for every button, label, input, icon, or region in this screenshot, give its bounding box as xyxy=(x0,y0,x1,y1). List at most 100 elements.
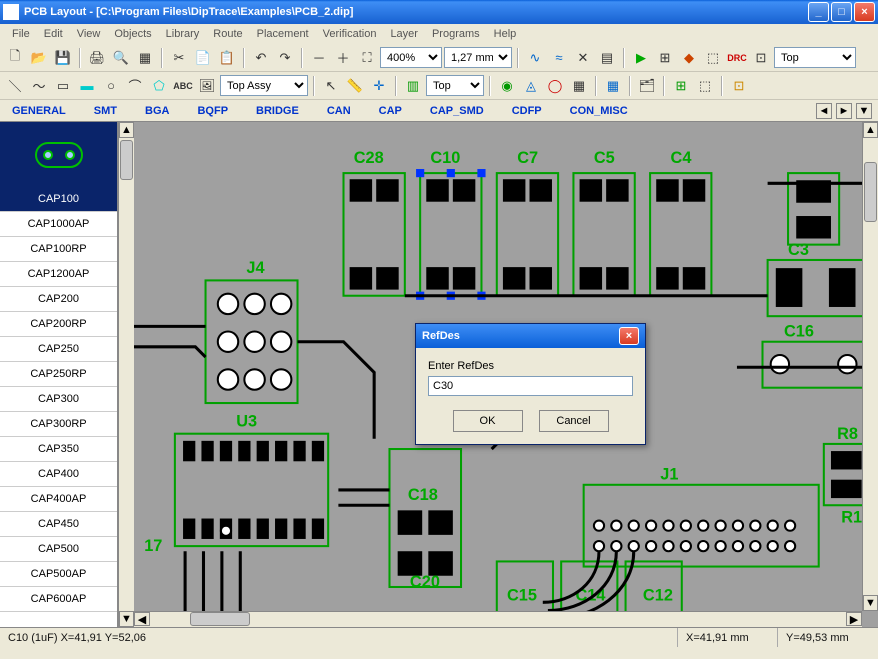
zoom-select[interactable]: 400% xyxy=(380,47,442,68)
list-item[interactable]: CAP1000AP xyxy=(0,212,117,237)
menu-edit[interactable]: Edit xyxy=(38,26,69,42)
layers-icon[interactable]: 🗂 xyxy=(636,75,658,97)
menu-file[interactable]: File xyxy=(6,26,36,42)
run-icon[interactable]: ▶ xyxy=(630,47,652,69)
list-item[interactable]: CAP1200AP xyxy=(0,262,117,287)
menu-verification[interactable]: Verification xyxy=(317,26,383,42)
tab-bqfp[interactable]: BQFP xyxy=(197,105,228,117)
layer2-select[interactable]: Top xyxy=(426,75,484,96)
backannotate-icon[interactable]: ⬚ xyxy=(702,47,724,69)
scroll-left-icon[interactable]: ◀ xyxy=(134,612,150,626)
list-item[interactable]: CAP200 xyxy=(0,287,117,312)
menu-view[interactable]: View xyxy=(71,26,107,42)
route-icon[interactable]: ∿ xyxy=(524,47,546,69)
line-icon[interactable]: ＼ xyxy=(4,75,26,97)
net-icon[interactable]: ▤ xyxy=(596,47,618,69)
tab-bga[interactable]: BGA xyxy=(145,105,169,117)
copy-icon[interactable]: 📄 xyxy=(192,47,214,69)
route2-icon[interactable]: ≈ xyxy=(548,47,570,69)
fillrect-icon[interactable]: ▬ xyxy=(76,75,98,97)
component-icon[interactable]: ▥ xyxy=(402,75,424,97)
via-icon[interactable]: ◬ xyxy=(520,75,542,97)
tab-cdfp[interactable]: CDFP xyxy=(512,105,542,117)
design-mgr-icon[interactable]: ⊞ xyxy=(670,75,692,97)
drc-icon[interactable]: DRC xyxy=(726,47,748,69)
scroll-down-icon[interactable]: ▼ xyxy=(863,595,878,611)
list-item[interactable]: CAP450 xyxy=(0,512,117,537)
origin-icon[interactable]: ✛ xyxy=(368,75,390,97)
menu-library[interactable]: Library xyxy=(160,26,206,42)
list-item[interactable]: CAP400AP xyxy=(0,487,117,512)
tab-cap-smd[interactable]: CAP_SMD xyxy=(430,105,484,117)
canvas-vscroll[interactable]: ▲ ▼ xyxy=(862,122,878,611)
list-item[interactable]: CAP300 xyxy=(0,387,117,412)
grid-select[interactable]: 1,27 mm xyxy=(444,47,512,68)
padhole-icon[interactable]: ◉ xyxy=(496,75,518,97)
tabs-scroll-left-icon[interactable]: ◄ xyxy=(816,103,832,119)
canvas-hscroll[interactable]: ◀▶ xyxy=(134,611,862,627)
open-icon[interactable]: 📂 xyxy=(28,47,50,69)
cut-icon[interactable]: ✂ xyxy=(168,47,190,69)
placement-icon[interactable]: ⊞ xyxy=(654,47,676,69)
menu-route[interactable]: Route xyxy=(207,26,248,42)
save-icon[interactable]: 💾 xyxy=(52,47,74,69)
cancel-button[interactable]: Cancel xyxy=(539,410,609,432)
dialog-titlebar[interactable]: RefDes × xyxy=(416,324,645,348)
list-item[interactable]: CAP100 xyxy=(0,187,117,212)
minimize-button[interactable]: _ xyxy=(808,2,829,22)
picture-icon[interactable]: 🖼 xyxy=(196,75,218,97)
pointer-icon[interactable]: ↖ xyxy=(320,75,342,97)
list-item[interactable]: CAP100RP xyxy=(0,237,117,262)
tab-con-misc[interactable]: CON_MISC xyxy=(570,105,628,117)
scroll-up-icon[interactable]: ▲ xyxy=(119,122,134,138)
rect-icon[interactable]: ▭ xyxy=(52,75,74,97)
titleblock-icon[interactable]: ▦ xyxy=(134,47,156,69)
list-item[interactable]: CAP500 xyxy=(0,537,117,562)
active-layer-select[interactable]: Top xyxy=(774,47,856,68)
netcheck-icon[interactable]: ⊡ xyxy=(750,47,772,69)
list-item[interactable]: CAP600AP xyxy=(0,587,117,612)
tabs-scroll-right-icon[interactable]: ► xyxy=(836,103,852,119)
print-icon[interactable]: 🖨 xyxy=(86,47,108,69)
tab-can[interactable]: CAN xyxy=(327,105,351,117)
unroute-icon[interactable]: ✕ xyxy=(572,47,594,69)
maximize-button[interactable]: □ xyxy=(831,2,852,22)
preview-icon[interactable]: 🔍 xyxy=(110,47,132,69)
list-item[interactable]: CAP400 xyxy=(0,462,117,487)
close-button[interactable]: × xyxy=(854,2,875,22)
dialog-close-icon[interactable]: × xyxy=(619,327,639,345)
3d-icon[interactable]: ⬚ xyxy=(694,75,716,97)
zoomwin-icon[interactable]: ⛶ xyxy=(356,47,378,69)
tab-cap[interactable]: CAP xyxy=(379,105,402,117)
assy-select[interactable]: Top Assy xyxy=(220,75,308,96)
tab-general[interactable]: GENERAL xyxy=(12,105,66,117)
scroll-right-icon[interactable]: ▶ xyxy=(846,612,862,626)
arc-icon[interactable]: ⌒ xyxy=(124,75,146,97)
text-icon[interactable]: ABC xyxy=(172,75,194,97)
menu-programs[interactable]: Programs xyxy=(426,26,486,42)
list-item[interactable]: CAP200RP xyxy=(0,312,117,337)
redo-icon[interactable]: ↷ xyxy=(274,47,296,69)
zoomin-icon[interactable]: ＋ xyxy=(332,47,354,69)
list-item[interactable]: CAP300RP xyxy=(0,412,117,437)
table-icon[interactable]: ▦ xyxy=(602,75,624,97)
copperpour-icon[interactable]: ▦ xyxy=(568,75,590,97)
ellipse-icon[interactable]: ○ xyxy=(100,75,122,97)
undo-icon[interactable]: ↶ xyxy=(250,47,272,69)
scroll-thumb[interactable] xyxy=(120,140,133,180)
list-item[interactable]: CAP250 xyxy=(0,337,117,362)
refdes-input[interactable] xyxy=(428,376,633,396)
scroll-thumb[interactable] xyxy=(190,612,250,626)
scroll-up-icon[interactable]: ▲ xyxy=(863,122,878,138)
poly-icon[interactable]: ⬠ xyxy=(148,75,170,97)
menu-layer[interactable]: Layer xyxy=(384,26,424,42)
menu-placement[interactable]: Placement xyxy=(251,26,315,42)
tab-bridge[interactable]: BRIDGE xyxy=(256,105,299,117)
measure-icon[interactable]: 📏 xyxy=(344,75,366,97)
tabs-dropdown-icon[interactable]: ▼ xyxy=(856,103,872,119)
polyline-icon[interactable]: 〜 xyxy=(28,75,50,97)
menu-objects[interactable]: Objects xyxy=(108,26,157,42)
scroll-thumb[interactable] xyxy=(864,162,877,222)
new-icon[interactable]: 🗋 xyxy=(4,47,26,69)
list-item[interactable]: CAP250RP xyxy=(0,362,117,387)
